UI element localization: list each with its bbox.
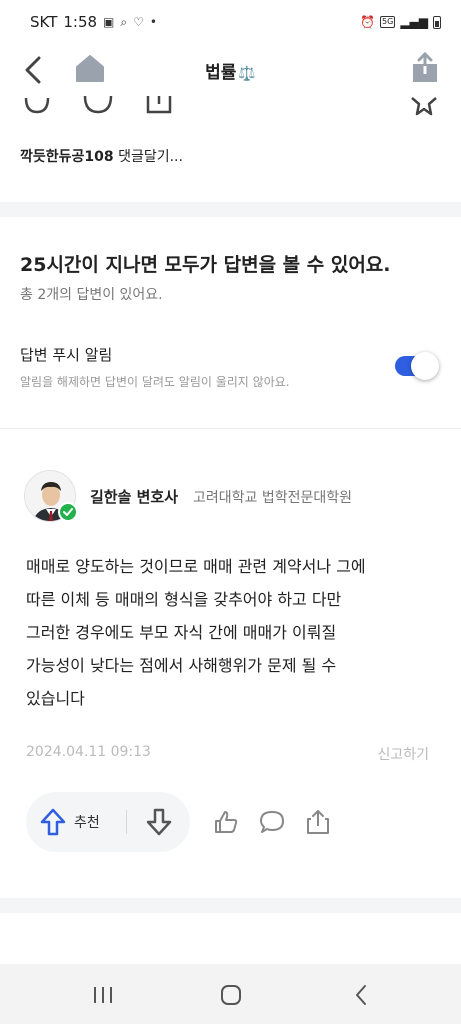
bookmark-icon[interactable] bbox=[144, 96, 174, 118]
toggle-knob bbox=[411, 352, 439, 380]
comment-icon[interactable] bbox=[82, 96, 114, 118]
answer-line: 따른 이체 등 매매의 형식을 갖추어야 하고 다만 bbox=[26, 590, 342, 609]
author-name[interactable]: 길한솔 변호사 bbox=[90, 486, 178, 507]
home-circle-icon bbox=[221, 985, 241, 1005]
answer-line: 가능성이 낮다는 점에서 사해행위가 문제 될 수 bbox=[26, 656, 337, 675]
comment-placeholder: 댓글달기... bbox=[118, 149, 183, 165]
author-affiliation: 고려대학교 법학전문대학원 bbox=[193, 490, 353, 506]
push-setting-description: 알림을 해제하면 답변이 달려도 알림이 울리지 않아요. bbox=[20, 375, 290, 389]
search-notification-icon: ⌕ bbox=[120, 14, 128, 29]
checkmark-icon bbox=[63, 508, 73, 516]
scale-icon: ⚖️ bbox=[238, 66, 256, 82]
gallery-icon: ▣ bbox=[103, 15, 115, 29]
downvote-button[interactable] bbox=[144, 806, 174, 838]
commenter-nickname: 깍듯한듀공108 bbox=[20, 149, 114, 165]
signal-icon: ▂▄▆ bbox=[400, 15, 428, 29]
push-setting-title: 답변 푸시 알림 bbox=[20, 346, 113, 364]
answers-count: 총 2개의 답변이 있어요. bbox=[20, 287, 163, 303]
status-left: SKT 1:58 ▣ ⌕ ♡ • bbox=[30, 13, 157, 31]
report-link[interactable]: 신고하기 bbox=[377, 744, 429, 764]
alarm-icon: ⏰ bbox=[360, 15, 376, 29]
upvote-button[interactable]: 추천 bbox=[40, 806, 100, 838]
upvote-label: 추천 bbox=[74, 815, 100, 831]
chevron-left-icon bbox=[356, 985, 366, 1005]
answer-line: 그러한 경우에도 부모 자식 간에 매매가 이뤄질 bbox=[26, 623, 337, 642]
section-divider bbox=[0, 202, 461, 217]
push-toggle[interactable] bbox=[395, 352, 439, 380]
app-header: 법률 ⚖️ bbox=[0, 44, 461, 96]
back-nav-button[interactable] bbox=[346, 982, 376, 1008]
arrow-up-icon bbox=[40, 808, 66, 836]
like-button[interactable] bbox=[211, 806, 241, 838]
star-icon[interactable] bbox=[408, 96, 440, 118]
vote-separator bbox=[126, 810, 127, 834]
network-badge: 5G bbox=[380, 16, 396, 28]
home-nav-button[interactable] bbox=[216, 982, 246, 1008]
page-title-text: 법률 bbox=[205, 63, 237, 83]
status-bar: SKT 1:58 ▣ ⌕ ♡ • ⏰ 5G ▂▄▆ bbox=[0, 0, 461, 44]
heart-notification-icon: ♡ bbox=[133, 15, 144, 29]
comment-button[interactable] bbox=[257, 806, 287, 838]
carrier-label: SKT bbox=[30, 13, 58, 31]
vote-control: 추천 bbox=[26, 792, 190, 852]
share-icon bbox=[307, 810, 329, 834]
share-button[interactable] bbox=[411, 51, 439, 84]
dot-icon: • bbox=[149, 15, 157, 29]
status-right: ⏰ 5G ▂▄▆ bbox=[360, 15, 441, 29]
share-icon bbox=[413, 51, 437, 82]
answers-heading: 25시간이 지나면 모두가 답변을 볼 수 있어요. bbox=[20, 254, 391, 276]
answer-line: 있습니다 bbox=[26, 689, 85, 708]
battery-icon bbox=[433, 15, 441, 29]
system-nav-bar bbox=[0, 964, 461, 1024]
partial-reaction-row bbox=[0, 96, 461, 120]
page-title: 법률 ⚖️ bbox=[0, 58, 461, 83]
arrow-down-icon bbox=[146, 808, 172, 836]
thumbs-up-icon bbox=[215, 811, 238, 833]
answer-line: 매매로 양도하는 것이므로 매매 관련 계약서나 그에 bbox=[26, 557, 366, 576]
clock: 1:58 bbox=[63, 13, 98, 31]
verified-badge bbox=[58, 502, 78, 522]
recent-apps-button[interactable] bbox=[88, 982, 118, 1008]
share-answer-button[interactable] bbox=[303, 806, 333, 838]
answer-body: 매매로 양도하는 것이므로 매매 관련 계약서나 그에 따른 이체 등 매매의 … bbox=[26, 550, 436, 715]
answer-date: 2024.04.11 09:13 bbox=[26, 744, 151, 760]
comment-prompt[interactable]: 깍듯한듀공108 댓글달기... bbox=[20, 146, 183, 166]
recent-apps-icon bbox=[94, 987, 112, 1003]
section-divider bbox=[0, 898, 461, 913]
section-separator bbox=[0, 428, 461, 429]
like-icon[interactable] bbox=[22, 96, 52, 118]
speech-bubble-icon bbox=[260, 811, 284, 833]
